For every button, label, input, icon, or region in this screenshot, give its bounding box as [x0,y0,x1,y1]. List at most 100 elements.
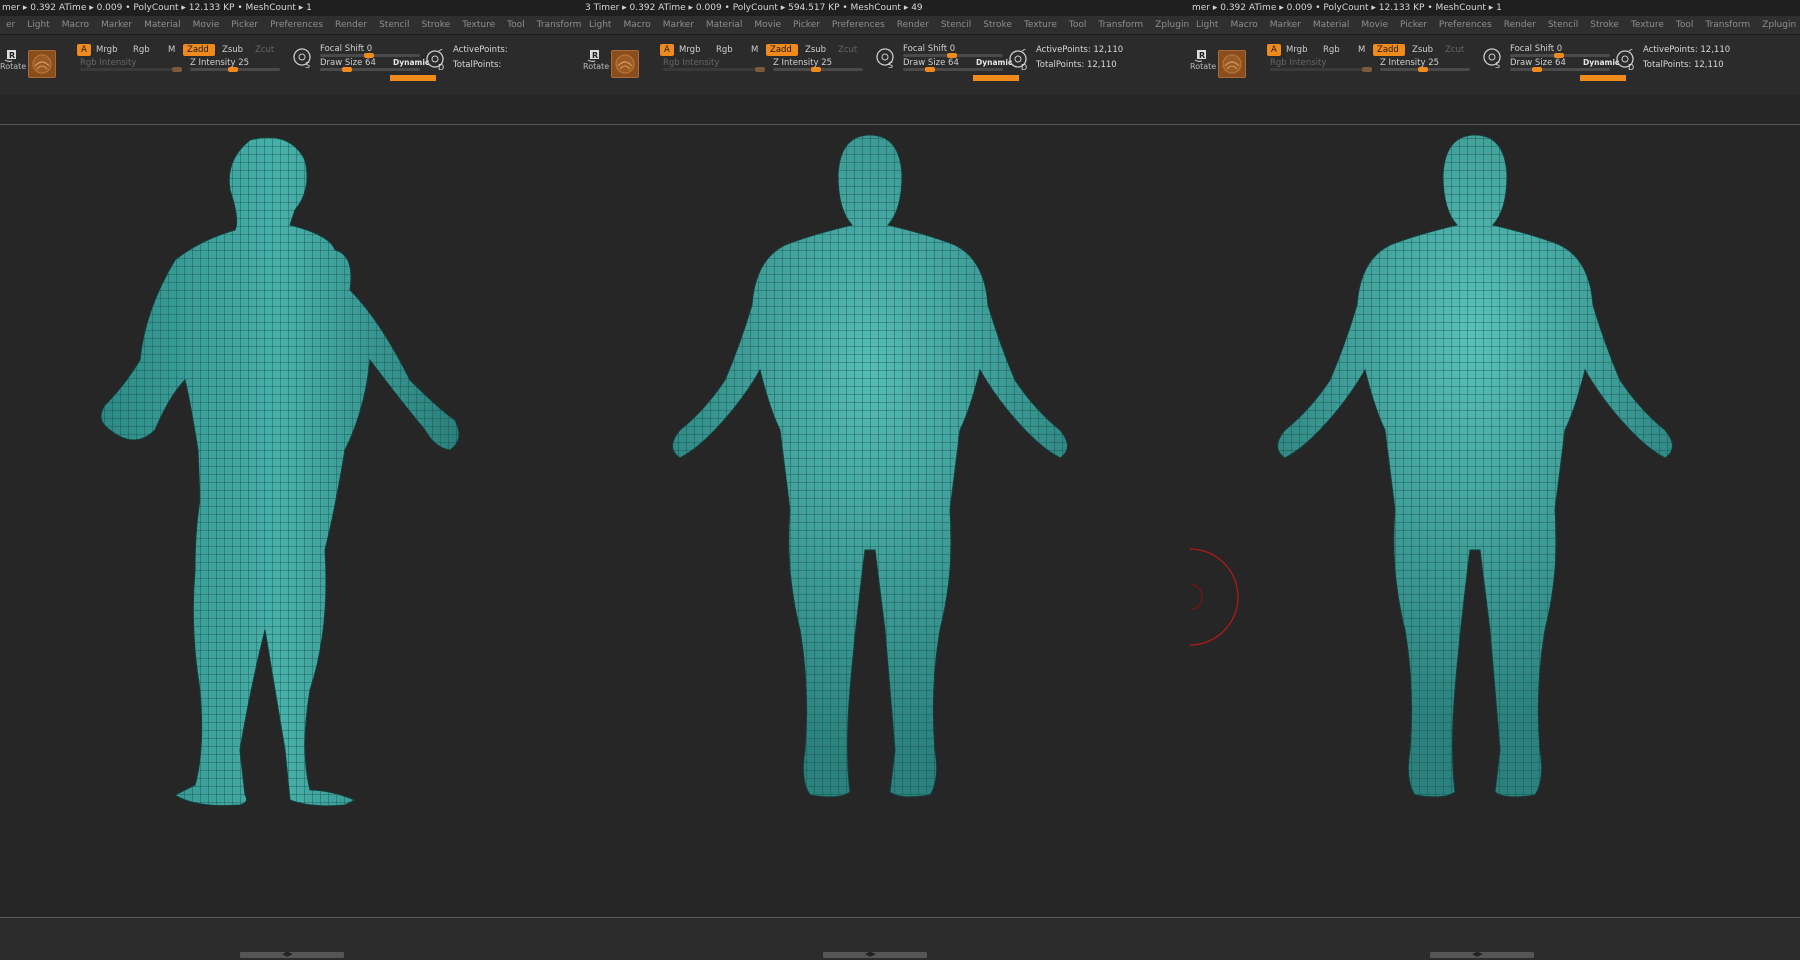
menu-item[interactable]: er [6,16,15,34]
slider-knob[interactable] [811,67,821,72]
menu-item[interactable]: Material [1313,16,1350,34]
menu-item[interactable]: Macro [623,16,650,34]
menu-item[interactable]: Transform [537,16,582,34]
slider-knob[interactable] [1418,67,1428,72]
stroke-d-icon[interactable]: D [425,49,447,71]
rgb-intensity-slider[interactable] [663,67,765,72]
menu-item[interactable]: Light [1196,16,1218,34]
menu-item[interactable]: Texture [1631,16,1664,34]
dynamic-toggle[interactable]: Dynamic [393,58,429,67]
m-button[interactable]: M [1354,44,1369,56]
menu-item[interactable]: Render [335,16,367,34]
rgb-button[interactable]: Rgb [1319,44,1344,56]
menu-item[interactable]: Movie [193,16,220,34]
menu-item[interactable]: Picker [793,16,820,34]
zadd-button[interactable]: Zadd [183,44,215,56]
menu-item[interactable]: Marker [101,16,132,34]
a-toggle[interactable]: A [77,44,91,56]
menu-item[interactable]: Texture [1024,16,1057,34]
scroll-handle[interactable]: ◀▶ [240,950,344,958]
m-button[interactable]: M [164,44,179,56]
z-intensity-slider[interactable] [190,67,280,72]
menu-item[interactable]: Stroke [1590,16,1619,34]
draw-size-slider[interactable] [320,67,420,72]
slider-knob[interactable] [228,67,238,72]
menu-item[interactable]: Marker [663,16,694,34]
rotate-button[interactable]: R Rotate [0,49,26,73]
scroll-handle[interactable]: ◀▶ [1430,950,1534,958]
rgb-intensity-slider[interactable] [80,67,182,72]
dynamic-toggle[interactable]: Dynamic [1583,58,1619,67]
menu-item[interactable]: Material [144,16,181,34]
a-toggle[interactable]: A [1267,44,1281,56]
mesh-figure-front[interactable] [590,130,1150,920]
rgb-intensity-slider[interactable] [1270,67,1372,72]
zsub-button[interactable]: Zsub [801,44,830,56]
focal-shift-slider[interactable] [320,53,420,58]
menu-item[interactable]: Render [1504,16,1536,34]
rotate-button[interactable]: R Rotate [1190,49,1216,73]
stroke-d-icon[interactable]: D [1615,49,1637,71]
menu-item[interactable]: Zplugin [1762,16,1796,34]
rgb-button[interactable]: Rgb [129,44,154,56]
menu-item[interactable]: Picker [231,16,258,34]
menu-item[interactable]: Stencil [379,16,409,34]
stroke-s-icon[interactable]: S [875,47,897,69]
menu-item[interactable]: Render [897,16,929,34]
menu-item[interactable]: Stencil [1548,16,1578,34]
dynamic-toggle[interactable]: Dynamic [976,58,1012,67]
z-intensity-slider[interactable] [773,67,863,72]
scroll-handle[interactable]: ◀▶ [823,950,927,958]
draw-size-slider[interactable] [1510,67,1610,72]
zcut-button[interactable]: Zcut [834,44,861,56]
zcut-button[interactable]: Zcut [251,44,278,56]
menu-item[interactable]: Tool [1676,16,1693,34]
slider-knob[interactable] [1362,67,1372,72]
menu-item[interactable]: Movie [754,16,781,34]
stroke-d-icon[interactable]: D [1008,49,1030,71]
menu-item[interactable]: Macro [1230,16,1257,34]
mrgb-button[interactable]: Mrgb [1282,44,1311,56]
slider-knob[interactable] [1532,67,1542,72]
menu-item[interactable]: Macro [62,16,89,34]
menu-item[interactable]: Movie [1361,16,1388,34]
menu-item[interactable]: Marker [1270,16,1301,34]
m-button[interactable]: M [747,44,762,56]
menu-item[interactable]: Stencil [941,16,971,34]
mrgb-button[interactable]: Mrgb [675,44,704,56]
mrgb-button[interactable]: Mrgb [92,44,121,56]
zsub-button[interactable]: Zsub [1408,44,1437,56]
zcut-button[interactable]: Zcut [1441,44,1468,56]
slider-knob[interactable] [342,67,352,72]
z-intensity-slider[interactable] [1380,67,1470,72]
zsub-button[interactable]: Zsub [218,44,247,56]
menu-item[interactable]: Tool [1069,16,1086,34]
menu-item[interactable]: Light [27,16,49,34]
menu-item[interactable]: Material [706,16,743,34]
a-toggle[interactable]: A [660,44,674,56]
mesh-figure-three-quarter[interactable] [80,130,540,920]
menu-item[interactable]: Zplugin [1155,16,1189,34]
menu-item[interactable]: Picker [1400,16,1427,34]
menu-item[interactable]: Light [589,16,611,34]
zadd-button[interactable]: Zadd [766,44,798,56]
focal-shift-slider[interactable] [903,53,1003,58]
menu-item[interactable]: Texture [462,16,495,34]
menu-item[interactable]: Transform [1098,16,1143,34]
focal-shift-slider[interactable] [1510,53,1610,58]
stroke-s-icon[interactable]: S [292,47,314,69]
menu-item[interactable]: Stroke [983,16,1012,34]
menu-item[interactable]: Tool [507,16,524,34]
brush-thumbnail[interactable] [28,50,56,78]
menu-item[interactable]: Preferences [270,16,323,34]
draw-size-slider[interactable] [903,67,1003,72]
menu-item[interactable]: Preferences [1439,16,1492,34]
brush-thumbnail[interactable] [1218,50,1246,78]
zadd-button[interactable]: Zadd [1373,44,1405,56]
rgb-button[interactable]: Rgb [712,44,737,56]
menu-item[interactable]: Stroke [422,16,451,34]
brush-thumbnail[interactable] [611,50,639,78]
slider-knob[interactable] [172,67,182,72]
stroke-s-icon[interactable]: S [1482,47,1504,69]
mesh-figure-back[interactable] [1195,130,1755,920]
